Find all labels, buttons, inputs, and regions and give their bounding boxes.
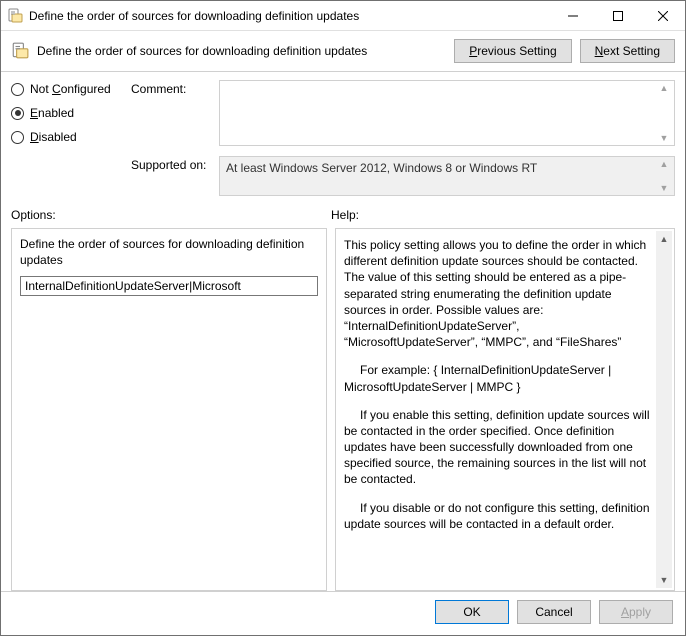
scroll-up-icon: ▲ xyxy=(656,159,672,169)
help-para-4: If you disable or do not configure this … xyxy=(344,500,652,532)
radio-icon xyxy=(11,83,24,96)
previous-setting-button[interactable]: Previous Setting xyxy=(454,39,571,63)
radio-enabled[interactable]: Enabled xyxy=(11,106,121,120)
scroll-up-icon: ▲ xyxy=(656,231,672,247)
app-icon xyxy=(7,8,23,24)
help-scrollbar[interactable]: ▲ ▼ xyxy=(656,231,672,588)
next-setting-button[interactable]: Next Setting xyxy=(580,39,675,63)
radio-icon xyxy=(11,107,24,120)
supported-on-text: At least Windows Server 2012, Windows 8 … xyxy=(226,161,537,175)
previous-setting-label: revious Setting xyxy=(477,44,556,58)
scrollbar: ▲ ▼ xyxy=(656,83,672,143)
scrollbar: ▲ ▼ xyxy=(656,159,672,193)
option-value-input[interactable] xyxy=(20,276,318,296)
comment-value xyxy=(220,81,674,89)
help-para-1: This policy setting allows you to define… xyxy=(344,237,652,350)
minimize-button[interactable] xyxy=(550,1,595,30)
state-radios: Not Configured Enabled Disabled xyxy=(11,80,121,196)
close-button[interactable] xyxy=(640,1,685,30)
scroll-down-icon: ▼ xyxy=(656,572,672,588)
cancel-button[interactable]: Cancel xyxy=(517,600,591,624)
radio-not-configured[interactable]: Not Configured xyxy=(11,82,121,96)
radio-icon xyxy=(11,131,24,144)
supported-on-label: Supported on: xyxy=(131,156,213,172)
apply-button: Apply xyxy=(599,600,673,624)
header-row: Define the order of sources for download… xyxy=(1,31,685,72)
radio-disabled[interactable]: Disabled xyxy=(11,130,121,144)
comment-label: Comment: xyxy=(131,80,213,96)
maximize-button[interactable] xyxy=(595,1,640,30)
scroll-down-icon: ▼ xyxy=(656,133,672,143)
ok-button[interactable]: OK xyxy=(435,600,509,624)
help-panel: This policy setting allows you to define… xyxy=(335,228,675,591)
policy-icon xyxy=(11,42,29,60)
supported-on-box: At least Windows Server 2012, Windows 8 … xyxy=(219,156,675,196)
titlebar: Define the order of sources for download… xyxy=(1,1,685,31)
dialog-footer: OK Cancel Apply xyxy=(1,591,685,631)
window-title: Define the order of sources for download… xyxy=(29,9,550,23)
header-title: Define the order of sources for download… xyxy=(37,44,446,58)
next-setting-label: ext Setting xyxy=(603,44,660,58)
options-label: Options: xyxy=(11,208,331,222)
scroll-down-icon: ▼ xyxy=(656,183,672,193)
help-label: Help: xyxy=(331,208,675,222)
options-panel: Define the order of sources for download… xyxy=(11,228,327,591)
option-description: Define the order of sources for download… xyxy=(20,237,318,268)
help-para-3: If you enable this setting, definition u… xyxy=(344,407,652,488)
help-para-2: For example: { InternalDefinitionUpdateS… xyxy=(344,362,652,394)
comment-textarea[interactable]: ▲ ▼ xyxy=(219,80,675,146)
